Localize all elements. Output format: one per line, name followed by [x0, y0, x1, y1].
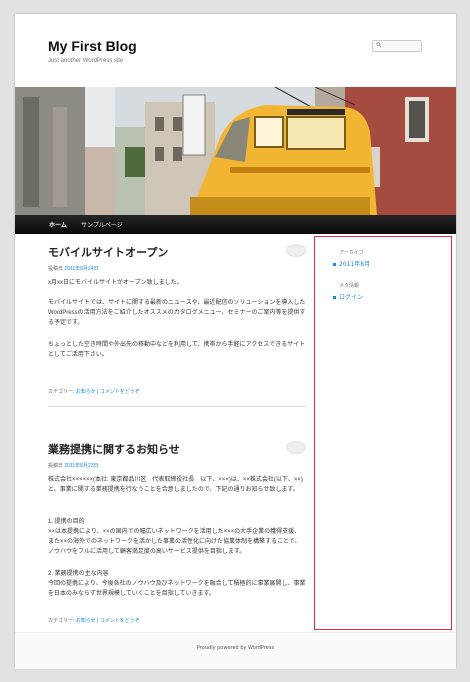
post-date[interactable]: 2011年8月23日: [64, 463, 98, 469]
search-input[interactable]: [383, 41, 419, 51]
comment-link[interactable]: コメントをどうぞ: [100, 389, 140, 395]
post-meta: 投稿日 2011年8月23日: [48, 462, 99, 469]
bullet-icon: [333, 296, 336, 299]
main-nav: ホーム サンプルページ: [15, 215, 456, 234]
sidebar: アーカイブ 2011年8月 メタ情報 ログイン: [314, 236, 452, 630]
archive-link-label[interactable]: 2011年8月: [339, 261, 370, 268]
post-divider: [48, 406, 306, 407]
category-link[interactable]: お知らせ: [76, 618, 96, 624]
header-image: [15, 87, 456, 215]
footer-credit[interactable]: Proudly powered by WordPress: [15, 645, 456, 651]
post: 業務提携に関するお知らせ 投稿日 2011年8月23日 株式会社××××××(本…: [48, 441, 306, 631]
post-footer: カテゴリー: お知らせ | コメントをどうぞ: [48, 617, 140, 624]
post-paragraph: モバイルサイトでは、サイトに関する最新のニュースや、最近配信のソリューションを導…: [48, 300, 306, 326]
comment-bubble-icon[interactable]: [286, 244, 306, 259]
category-prefix: カテゴリー:: [48, 389, 76, 395]
post: モバイルサイトオープン 投稿日 2011年8月24日 x月xx日にモバイルサイト…: [48, 244, 306, 404]
category-link[interactable]: お知らせ: [76, 389, 96, 395]
post-paragraph: 2. 業務提携の主な内容 今回の提携により、今後各社のノウハウ及びネットワークを…: [48, 571, 306, 597]
search-icon: [376, 42, 382, 48]
post-meta: 投稿日 2011年8月24日: [48, 265, 99, 272]
post-paragraph: 1. 提携の目的 ××は本提携により、××の国内での幅広いネットワークを活用した…: [48, 519, 301, 555]
post-paragraph: ちょっとした空き時間や外出先の移動中などを利用して、携帯から手軽にアクセスできる…: [48, 342, 306, 358]
meta-title: メタ情報: [339, 283, 360, 289]
page: My First Blog Just another WordPress sit…: [15, 14, 456, 669]
site-description: Just another WordPress site: [48, 58, 124, 64]
nav-item-sample-page[interactable]: サンプルページ: [81, 220, 123, 229]
site-footer: Proudly powered by WordPress: [15, 632, 456, 669]
category-prefix: カテゴリー:: [48, 618, 76, 624]
site-title[interactable]: My First Blog: [48, 38, 137, 54]
post-date[interactable]: 2011年8月24日: [64, 266, 98, 272]
post-paragraph: x月xx日にモバイルサイトがオープン致しました。: [48, 280, 183, 286]
nav-item-home[interactable]: ホーム: [49, 220, 67, 229]
post-meta-prefix: 投稿日: [48, 266, 64, 272]
search-box[interactable]: [372, 40, 422, 52]
post-title[interactable]: 業務提携に関するお知らせ: [48, 441, 180, 457]
comment-bubble-icon[interactable]: [286, 441, 306, 456]
bullet-icon: [333, 263, 336, 266]
archives-title: アーカイブ: [339, 250, 364, 256]
login-link[interactable]: ログイン: [333, 292, 363, 301]
post-meta-prefix: 投稿日: [48, 463, 64, 469]
archive-link[interactable]: 2011年8月: [333, 259, 370, 268]
login-link-label[interactable]: ログイン: [339, 294, 363, 301]
post-title[interactable]: モバイルサイトオープン: [48, 244, 168, 260]
comment-link[interactable]: コメントをどうぞ: [100, 618, 140, 624]
post-footer: カテゴリー: お知らせ | コメントをどうぞ: [48, 388, 140, 395]
post-paragraph: 株式会社××××××(本社: 東京都品川区 代表取締役社長 以下、×××)は、×…: [48, 477, 303, 493]
